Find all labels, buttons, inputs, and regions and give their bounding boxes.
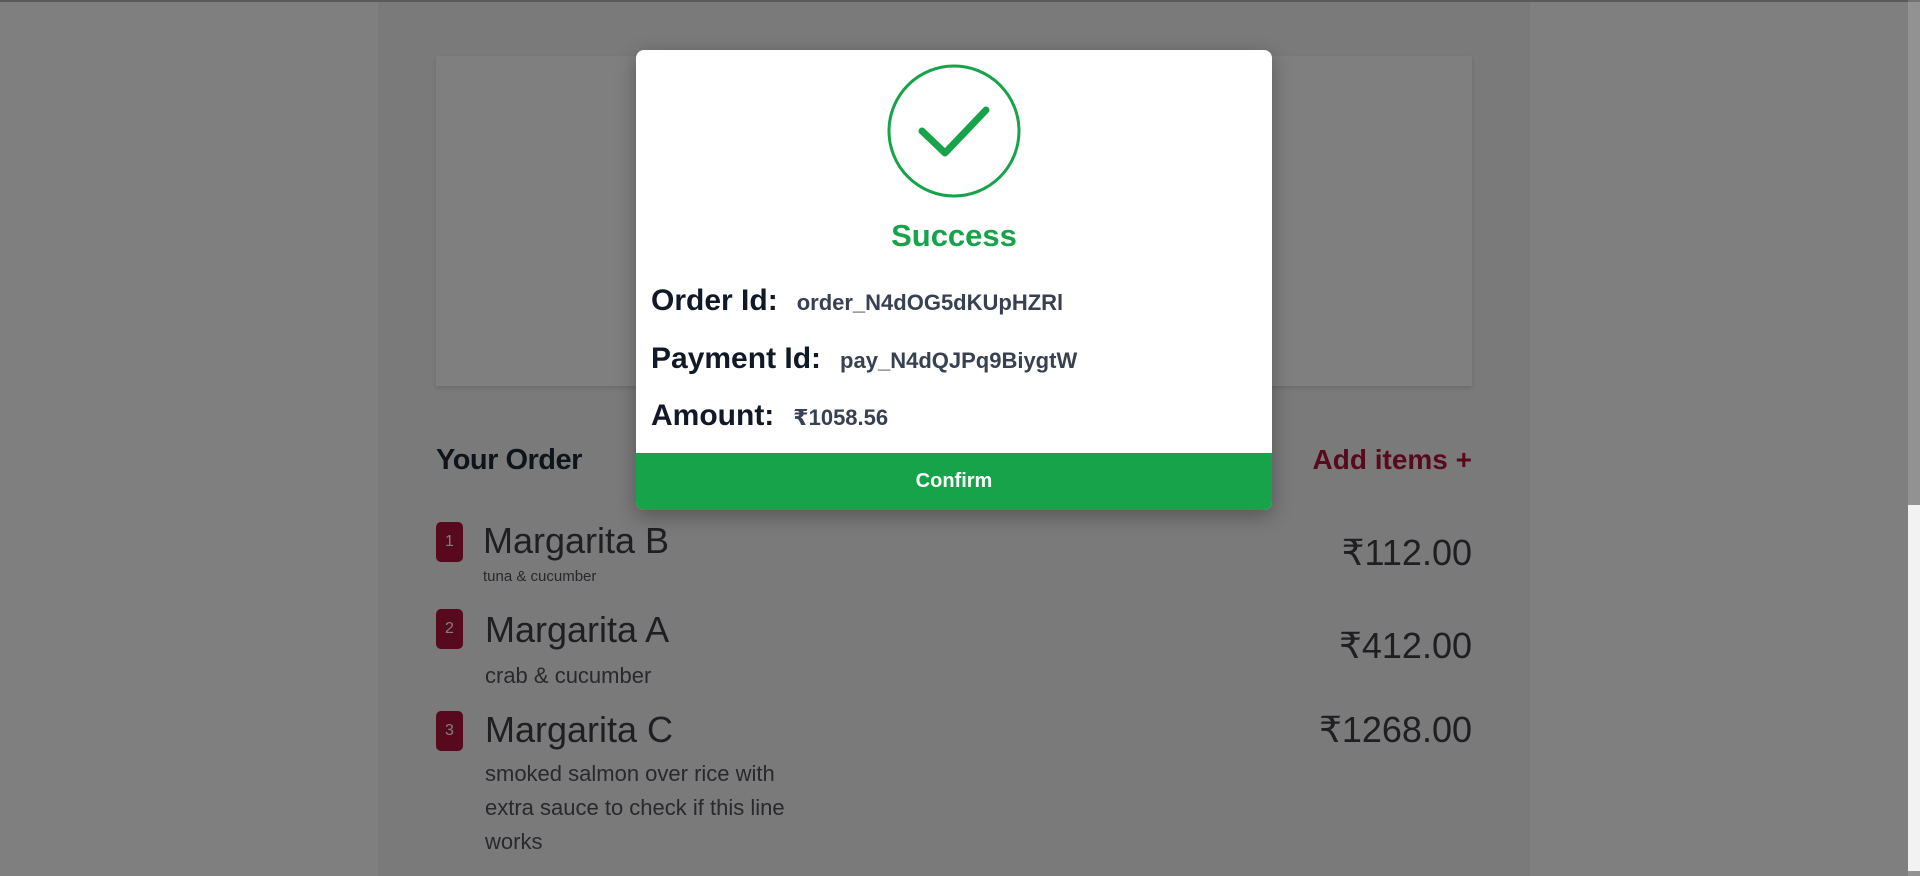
- payment-id-row: Payment Id: pay_N4dQJPq9BiygtW: [651, 342, 1077, 376]
- confirm-button[interactable]: Confirm: [636, 453, 1272, 510]
- payment-id-label: Payment Id:: [651, 342, 822, 375]
- amount-value: ₹1058.56: [793, 405, 889, 430]
- scrollbar-thumb[interactable]: [1908, 505, 1920, 871]
- check-circle-icon: [887, 64, 1021, 198]
- order-id-value: order_N4dOG5dKUpHZRl: [796, 290, 1064, 315]
- order-id-label: Order Id:: [651, 284, 778, 317]
- success-title: Success: [891, 218, 1017, 253]
- payment-success-modal: Success Order Id: order_N4dOG5dKUpHZRl P…: [636, 50, 1272, 510]
- order-id-row: Order Id: order_N4dOG5dKUpHZRl: [651, 284, 1063, 318]
- amount-label: Amount:: [651, 399, 775, 432]
- window-top-edge: [0, 0, 1920, 2]
- scrollbar-track[interactable]: [1908, 0, 1920, 876]
- payment-id-value: pay_N4dQJPq9BiygtW: [840, 348, 1078, 373]
- amount-row: Amount: ₹1058.56: [651, 399, 888, 433]
